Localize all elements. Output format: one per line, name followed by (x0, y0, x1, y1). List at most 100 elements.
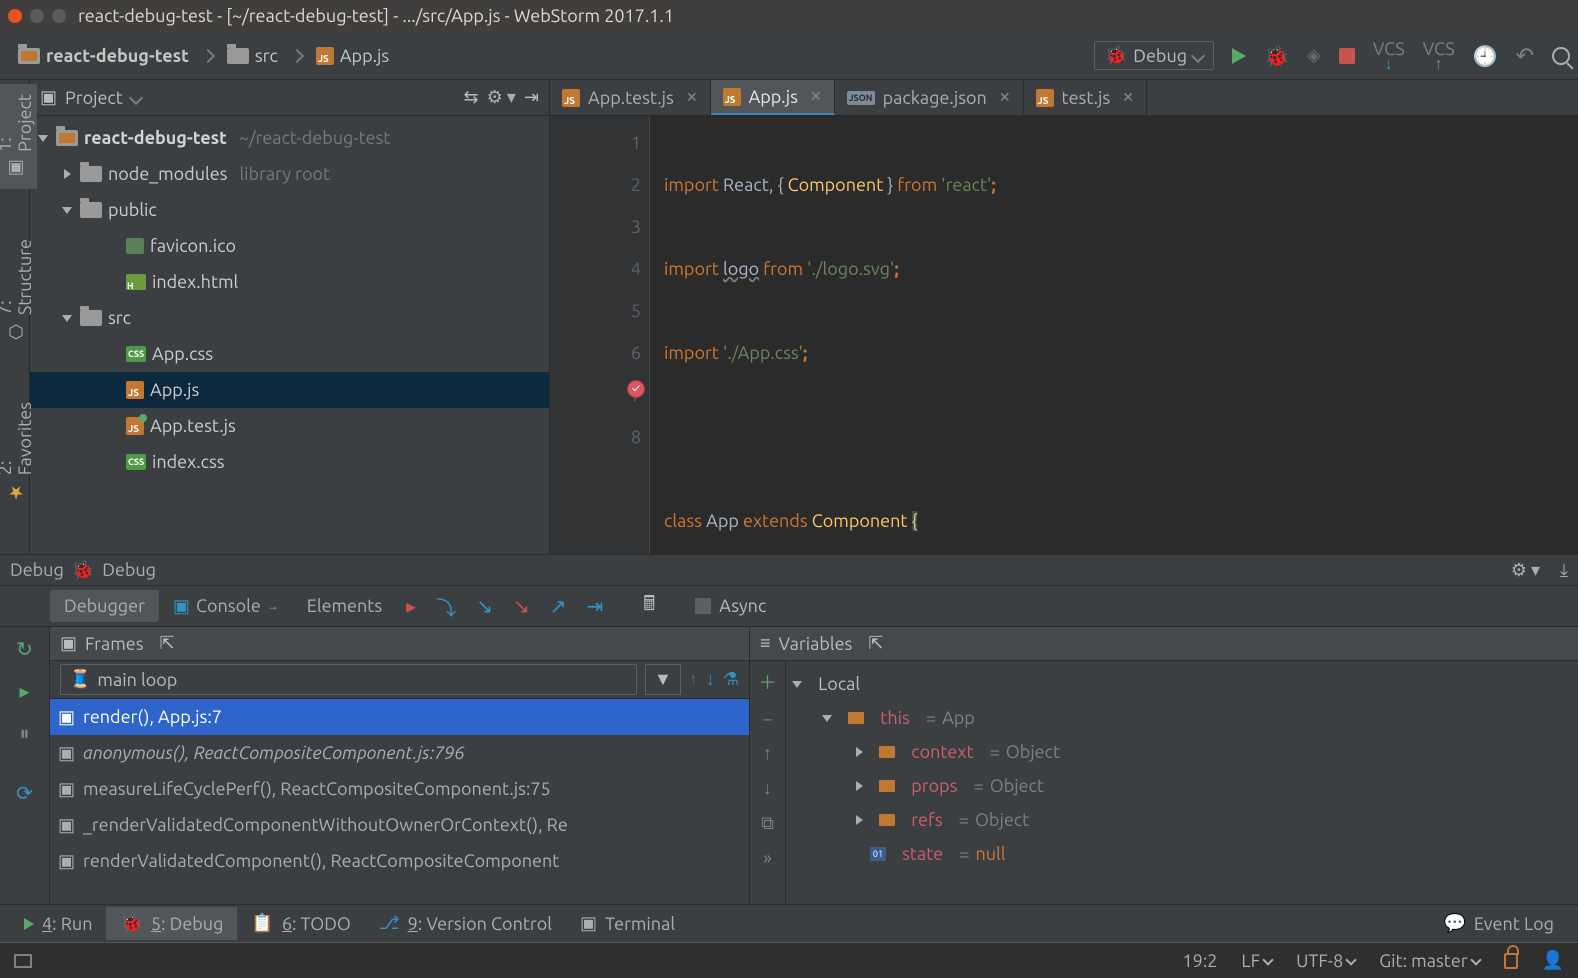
window-close-button[interactable] (8, 9, 22, 23)
window-minimize-button[interactable] (30, 9, 44, 23)
frame-row[interactable]: ▣anonymous(), ReactCompositeComponent.js… (50, 735, 749, 771)
view-breakpoints-icon[interactable]: ⟳ (16, 781, 33, 805)
code-editor[interactable]: 12345678 import React, { Component } fro… (550, 116, 1578, 554)
hide-icon[interactable]: ⤓ (1560, 560, 1568, 581)
history-button[interactable]: 🕘 (1473, 44, 1498, 68)
frame-row[interactable]: ▣renderValidatedComponent(), ReactCompos… (50, 843, 749, 879)
tool-windows-icon[interactable] (14, 954, 32, 968)
next-frame-icon[interactable]: ↓ (706, 669, 715, 690)
rerun-icon[interactable]: ↻ (16, 637, 33, 661)
revert-button[interactable]: ↶ (1516, 43, 1534, 69)
run-to-cursor-icon[interactable]: ⇥ (587, 594, 604, 618)
gear-icon[interactable]: ⚙ ▾ (1511, 560, 1540, 581)
duplicate-icon[interactable]: ⧉ (761, 813, 774, 834)
gear-icon[interactable]: ⚙ ▾ (487, 87, 516, 108)
debug-config-name: Debug (102, 560, 156, 580)
run-configuration-selector[interactable]: 🐞Debug (1094, 41, 1214, 70)
tool-debug[interactable]: 🐞5: Debug (106, 907, 237, 940)
debugger-tab[interactable]: Debugger (50, 590, 159, 622)
console-tab[interactable]: ▣Console→ (159, 590, 293, 623)
collapse-icon[interactable]: ⇥ (524, 87, 539, 108)
object-icon (848, 712, 864, 724)
tree-src[interactable]: src (30, 300, 549, 336)
frame-row[interactable]: ▣render(), App.js:7 (50, 699, 749, 735)
lock-icon[interactable] (1504, 953, 1518, 969)
elements-tab[interactable]: Elements (293, 590, 396, 622)
evaluate-icon[interactable]: 🖩 (643, 589, 655, 623)
tool-tab-project[interactable]: ▣1: Project (0, 84, 37, 189)
autoscroll-icon[interactable]: ⇆ (464, 87, 479, 108)
editor-gutter[interactable]: 12345678 (550, 116, 650, 554)
close-icon[interactable]: ✕ (1122, 89, 1134, 106)
stop-button[interactable] (1339, 48, 1355, 64)
debug-button[interactable]: 🐞 (1264, 44, 1289, 68)
editor-tab-active[interactable]: JSApp.js✕ (711, 80, 835, 115)
tree-apptest[interactable]: JSApp.test.js (30, 408, 549, 444)
tree-appjs[interactable]: JSApp.js (30, 372, 549, 408)
step-over-icon[interactable]: ⤵ (436, 592, 456, 621)
editor-tab[interactable]: JSONpackage.json✕ (835, 80, 1024, 115)
restore-layout-icon[interactable]: ⇱ (868, 633, 883, 654)
step-into-icon[interactable]: ↘ (476, 594, 493, 618)
close-icon[interactable]: ✕ (810, 88, 822, 105)
tree-node-modules[interactable]: node_moduleslibrary root (30, 156, 549, 192)
run-button[interactable] (1232, 48, 1246, 64)
variables-tree[interactable]: Local this = App context = Object props … (786, 661, 1578, 904)
breakpoint-verified-icon[interactable] (627, 380, 645, 398)
editor-tab[interactable]: JSApp.test.js✕ (550, 80, 711, 115)
editor-tab[interactable]: JStest.js✕ (1024, 80, 1147, 115)
hector-icon[interactable]: 👤 (1542, 950, 1564, 971)
breadcrumb: react-debug-test src JSApp.js (8, 42, 1094, 70)
async-checkbox[interactable] (695, 598, 711, 614)
code-content[interactable]: import React, { Component } from 'react'… (650, 116, 1578, 554)
breadcrumb-project[interactable]: react-debug-test (8, 42, 199, 70)
prev-frame-icon[interactable]: ↑ (689, 669, 698, 690)
tool-eventlog[interactable]: 💬Event Log (1429, 907, 1568, 940)
restore-layout-icon[interactable]: ⇱ (160, 633, 175, 654)
chevron-down-icon[interactable] (129, 90, 143, 104)
step-out-icon[interactable]: ↗ (550, 594, 567, 618)
tool-tab-structure[interactable]: ⬡7: Structure (0, 229, 37, 352)
tree-root[interactable]: react-debug-test~/react-debug-test (30, 120, 549, 156)
frame-row[interactable]: ▣measureLifeCyclePerf(), ReactCompositeC… (50, 771, 749, 807)
async-label: Async (719, 596, 766, 616)
add-watch-icon[interactable]: ＋ (759, 669, 777, 695)
more-icon[interactable]: » (763, 848, 771, 868)
window-maximize-button[interactable] (52, 9, 66, 23)
tree-appcss[interactable]: CSSApp.css (30, 336, 549, 372)
search-button[interactable] (1552, 47, 1570, 65)
tool-terminal[interactable]: ▣Terminal (566, 907, 689, 940)
close-icon[interactable]: ✕ (686, 89, 698, 106)
line-separator[interactable]: LF (1241, 951, 1272, 971)
tree-public[interactable]: public (30, 192, 549, 228)
tree-indexcss[interactable]: CSSindex.css (30, 444, 549, 480)
git-branch[interactable]: Git: master (1379, 951, 1479, 971)
tool-tab-favorites[interactable]: ★2: Favorites (0, 392, 37, 512)
close-icon[interactable]: ✕ (999, 89, 1011, 106)
tool-run[interactable]: 4: Run (10, 908, 106, 940)
breadcrumb-file[interactable]: JSApp.js (306, 42, 399, 70)
move-down-icon[interactable]: ↓ (763, 778, 772, 799)
remove-watch-icon[interactable]: − (762, 709, 772, 729)
resume-icon[interactable]: ▸ (19, 679, 29, 703)
move-up-icon[interactable]: ↑ (763, 743, 772, 764)
thread-selector[interactable]: 🧵main loop (60, 664, 637, 695)
caret-position[interactable]: 19:2 (1183, 951, 1218, 971)
coverage-button[interactable]: ◈ (1307, 45, 1321, 66)
dropdown-icon[interactable]: ▼ (645, 664, 681, 695)
tool-vcs[interactable]: ⎇9: Version Control (365, 907, 566, 940)
filter-icon[interactable]: ⚗ (723, 669, 739, 690)
frame-row[interactable]: ▣_renderValidatedComponentWithoutOwnerOr… (50, 807, 749, 843)
vcs-update-button[interactable]: VCS↓ (1373, 40, 1405, 72)
tool-todo[interactable]: 📋6: TODO (237, 907, 364, 940)
project-panel: ▣ Project ⇆ ⚙ ▾ ⇥ react-debug-test~/reac… (30, 80, 550, 554)
force-step-into-icon[interactable]: ↘ (513, 594, 530, 618)
file-encoding[interactable]: UTF-8 (1296, 951, 1355, 971)
pause-icon[interactable]: ⏸ (20, 721, 30, 745)
tree-favicon[interactable]: favicon.ico (30, 228, 549, 264)
breadcrumb-folder[interactable]: src (217, 42, 288, 70)
show-execution-point-icon[interactable]: ▸ (406, 594, 416, 618)
tree-indexhtml[interactable]: index.html (30, 264, 549, 300)
tool-tab-npm[interactable]: ▮npm (2, 552, 27, 554)
vcs-commit-button[interactable]: VCS↑ (1423, 40, 1455, 72)
